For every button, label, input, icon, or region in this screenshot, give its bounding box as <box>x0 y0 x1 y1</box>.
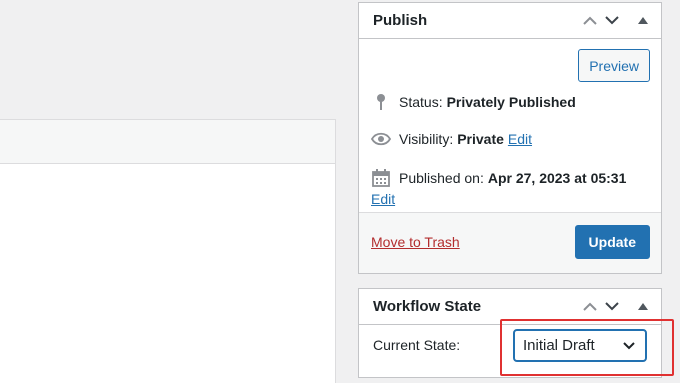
status-label: Status: <box>399 94 443 110</box>
publish-title: Publish <box>373 12 428 29</box>
publish-body: Preview Status: Privately Published Visi… <box>359 39 661 273</box>
published-label: Published on: <box>399 170 484 186</box>
published-row: Published on: Apr 27, 2023 at 05:31 <box>371 169 626 187</box>
workflow-state-metabox: Workflow State Current State: Initial Dr… <box>358 288 662 378</box>
update-button[interactable]: Update <box>574 225 650 259</box>
workflow-handle-actions <box>577 289 653 325</box>
calendar-icon <box>371 169 391 187</box>
publish-header: Publish <box>359 3 661 39</box>
visibility-value: Private <box>457 131 504 147</box>
chevron-down-icon[interactable] <box>603 3 621 39</box>
editor-toolbar <box>0 120 335 164</box>
chevron-up-icon[interactable] <box>581 3 599 39</box>
published-value: Apr 27, 2023 at 05:31 <box>487 170 627 186</box>
current-state-value: Initial Draft <box>523 337 595 354</box>
published-edit-row: Edit <box>371 191 395 207</box>
eye-icon <box>371 132 391 146</box>
chevron-down-icon[interactable] <box>603 289 621 325</box>
chevron-down-icon <box>623 337 635 354</box>
current-state-label: Current State: <box>373 337 461 353</box>
editor-panel <box>0 119 336 383</box>
workflow-body: Current State: Initial Draft <box>359 325 661 377</box>
visibility-edit-link[interactable]: Edit <box>508 131 532 147</box>
publish-metabox: Publish Preview Status: Privately Publis… <box>358 2 662 274</box>
chevron-up-icon[interactable] <box>581 289 599 325</box>
preview-button[interactable]: Preview <box>578 49 650 82</box>
pin-icon <box>371 93 391 111</box>
visibility-row: Visibility: Private Edit <box>371 131 532 147</box>
major-publishing-actions: Move to Trash Update <box>359 212 661 273</box>
move-to-trash-link[interactable]: Move to Trash <box>371 234 460 250</box>
current-state-select[interactable]: Initial Draft <box>513 329 647 362</box>
workflow-title: Workflow State <box>373 298 482 315</box>
triangle-up-icon[interactable] <box>633 289 653 325</box>
status-value: Privately Published <box>446 94 576 110</box>
workflow-header: Workflow State <box>359 289 661 325</box>
publish-handle-actions <box>577 3 653 39</box>
status-row: Status: Privately Published <box>371 93 576 111</box>
visibility-label: Visibility: <box>399 131 454 147</box>
triangle-up-icon[interactable] <box>633 3 653 39</box>
published-edit-link[interactable]: Edit <box>371 191 395 207</box>
